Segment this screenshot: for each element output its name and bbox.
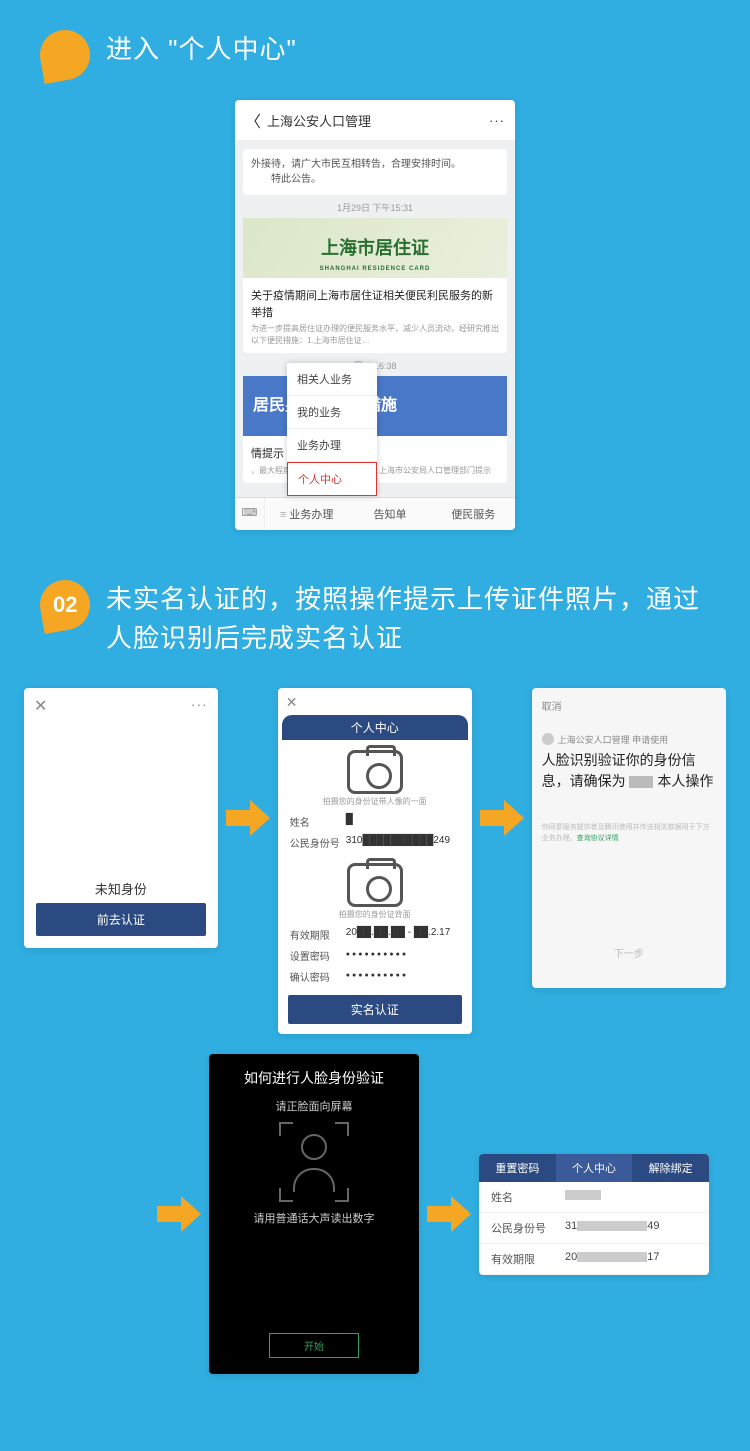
step2-title: 未实名认证的，按照操作提示上传证件照片，通过人脸识别后完成实名认证	[106, 580, 710, 658]
label-name: 姓名	[491, 1189, 565, 1205]
article-desc: 为进一步提高居住证办理的便民服务水平，减少人员流动，经研究推出以下便民措施：1.…	[251, 323, 499, 347]
label-id: 公民身份号	[290, 835, 346, 850]
wechat-bottom-bar: ⌨ 业务办理 告知单 便民服务	[235, 497, 515, 530]
tab-personal-center[interactable]: 个人中心	[556, 1154, 633, 1182]
form-header: 个人中心	[282, 715, 468, 740]
screen-face-consent: 取消 上海公安人口管理 申请使用 人脸识别验证你的身份信息，请确保为 本人操作 …	[532, 688, 726, 988]
go-verify-button[interactable]: 前去认证	[36, 903, 206, 936]
result-tabs: 重置密码 个人中心 解除绑定	[479, 1154, 709, 1182]
screen-face-scan: 如何进行人脸身份验证 请正脸面向屏幕 请用普通话大声读出数字 开始	[209, 1054, 419, 1374]
tab-reset-password[interactable]: 重置密码	[479, 1154, 556, 1182]
value-expiry: 20██.██.██ - ██.2.17	[346, 927, 460, 942]
value-expiry: 2017	[565, 1251, 697, 1267]
step1-title: 进入 "个人中心"	[106, 30, 297, 69]
redacted-name	[629, 776, 653, 788]
app-requester: 上海公安人口管理 申请使用	[542, 733, 716, 746]
notice-card: 外接待，请广大市民互相转告，合理安排时间。 特此公告。	[243, 149, 507, 195]
screen-unknown-identity: ✕ ··· 未知身份 前去认证	[24, 688, 218, 948]
step2-header: 02 未实名认证的，按照操作提示上传证件照片，通过人脸识别后完成实名认证	[0, 550, 750, 678]
unknown-identity-label: 未知身份	[24, 879, 218, 898]
screen-result-card: 重置密码 个人中心 解除绑定 姓名 公民身份号3149 有效期限2017	[479, 1154, 709, 1275]
label-expiry: 有效期限	[491, 1251, 565, 1267]
wechat-header: 〈 上海公安人口管理 ···	[235, 100, 515, 141]
menu-item-personal-center[interactable]: 个人中心	[287, 462, 377, 496]
popup-menu: 相关人业务 我的业务 业务办理 个人中心	[287, 363, 377, 496]
start-button[interactable]: 开始	[269, 1333, 359, 1358]
screen-personal-center-form: ✕ 个人中心 拍摄您的身份证带人像的一面 姓名█ 公民身份号310███████…	[278, 688, 472, 1034]
wechat-screenshot: 〈 上海公安人口管理 ··· 外接待，请广大市民互相转告，合理安排时间。 特此公…	[235, 100, 515, 530]
consent-message: 人脸识别验证你的身份信息，请确保为 本人操作	[542, 750, 716, 792]
value-id: 310██████████249	[346, 835, 460, 850]
app-icon	[542, 733, 554, 745]
menu-item[interactable]: 我的业务	[287, 396, 377, 429]
arrow-icon	[226, 798, 270, 838]
banner-subtitle: SHANGHAI RESIDENCE CARD	[320, 265, 431, 274]
arrow-icon	[427, 1194, 471, 1234]
label-id: 公民身份号	[491, 1220, 565, 1236]
value-name	[565, 1189, 697, 1205]
cancel-link[interactable]: 取消	[542, 698, 716, 713]
instruction-line: 请正脸面向屏幕	[209, 1098, 419, 1114]
next-button[interactable]: 下一步	[552, 945, 706, 960]
instruction-line: 请用普通话大声读出数字	[209, 1210, 419, 1226]
close-icon[interactable]: ✕	[34, 696, 47, 716]
step1-badge	[36, 26, 94, 84]
bottom-tab[interactable]: 告知单	[348, 498, 431, 530]
label-expiry: 有效期限	[290, 927, 346, 942]
back-icon[interactable]: 〈	[245, 108, 261, 132]
article-card[interactable]: 上海市居住证 SHANGHAI RESIDENCE CARD 关于疫情期间上海市…	[243, 218, 507, 353]
camera-back-icon[interactable]	[347, 863, 403, 907]
step2-row-2: 如何进行人脸身份验证 请正脸面向屏幕 请用普通话大声读出数字 开始 重置密码 个…	[0, 1044, 750, 1384]
arrow-icon	[480, 798, 524, 838]
password-field[interactable]	[346, 948, 460, 963]
arrow-icon	[157, 1194, 201, 1234]
notice-line: 外接待，请广大市民互相转告，合理安排时间。	[251, 157, 499, 172]
confirm-password-field[interactable]	[346, 969, 460, 984]
bottom-tab[interactable]: 便民服务	[432, 498, 515, 530]
value-id: 3149	[565, 1220, 697, 1236]
step2-badge: 02	[36, 576, 94, 634]
residence-card-banner: 上海市居住证 SHANGHAI RESIDENCE CARD	[243, 218, 507, 278]
notice-line: 特此公告。	[251, 172, 499, 187]
bottom-tab[interactable]: 业务办理	[265, 498, 348, 530]
step2-row-1: ✕ ··· 未知身份 前去认证 ✕ 个人中心 拍摄您的身份证带人像的一面 姓名█…	[0, 678, 750, 1044]
tab-unbind[interactable]: 解除绑定	[632, 1154, 709, 1182]
more-icon[interactable]: ···	[191, 696, 208, 712]
close-icon[interactable]: ✕	[278, 688, 472, 711]
label-password: 设置密码	[290, 948, 346, 963]
banner-title: 上海市居住证	[321, 235, 429, 262]
step1-header: 进入 "个人中心"	[0, 0, 750, 100]
camera-back-caption: 拍摄您的身份证背面	[278, 909, 472, 920]
face-scan-title: 如何进行人脸身份验证	[209, 1068, 419, 1088]
realname-verify-button[interactable]: 实名认证	[288, 995, 462, 1024]
camera-front-caption: 拍摄您的身份证带人像的一面	[278, 796, 472, 807]
face-frame-icon	[279, 1122, 349, 1202]
timestamp: 1月29日 下午15:31	[243, 201, 507, 214]
more-icon[interactable]: ···	[489, 113, 505, 128]
agreement-link[interactable]: 查询协议详情	[577, 835, 619, 842]
article-title: 关于疫情期间上海市居住证相关便民利民服务的新举措	[251, 288, 499, 321]
camera-front-icon[interactable]	[347, 750, 403, 794]
menu-item[interactable]: 业务办理	[287, 429, 377, 462]
fine-print: 你同意服务提供者及腾讯使用并传送相关数据用于下方业务办理。查询协议详情	[542, 822, 716, 844]
label-confirm-password: 确认密码	[290, 969, 346, 984]
keyboard-icon[interactable]: ⌨	[235, 498, 265, 530]
value-name: █	[346, 814, 460, 829]
wechat-title: 上海公安人口管理	[267, 111, 489, 130]
menu-item[interactable]: 相关人业务	[287, 363, 377, 396]
label-name: 姓名	[290, 814, 346, 829]
app-name: 上海公安人口管理 申请使用	[558, 733, 669, 746]
